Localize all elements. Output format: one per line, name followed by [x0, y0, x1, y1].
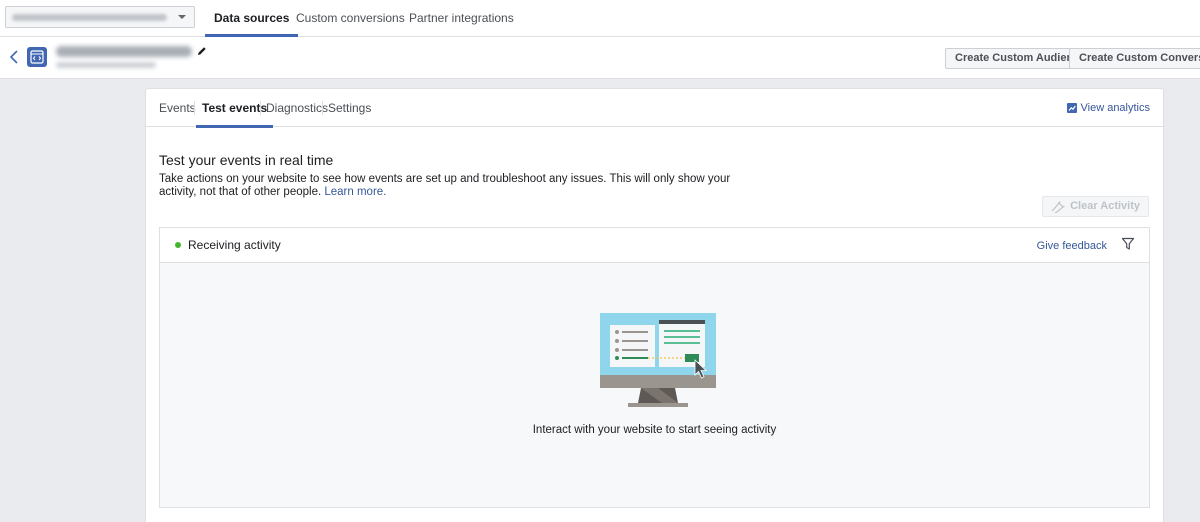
activity-status-bar: Receiving activity Give feedback [160, 228, 1149, 263]
card-tabs: Events Test events Diagnostics Settings … [146, 89, 1163, 128]
empty-state-message: Interact with your website to start seei… [532, 424, 777, 436]
pixel-name-redacted [56, 46, 192, 57]
clear-activity-button[interactable]: Clear Activity [1042, 196, 1149, 217]
tab-diagnostics[interactable]: Diagnostics [266, 89, 328, 127]
clear-activity-label: Clear Activity [1070, 200, 1140, 212]
tab-divider [260, 101, 261, 115]
monitor-illustration-icon [600, 313, 716, 407]
tab-custom-conversions[interactable]: Custom conversions [296, 0, 405, 37]
top-navigation: Data sources Custom conversions Partner … [0, 0, 1200, 37]
description-text: Take actions on your website to see how … [159, 173, 731, 198]
account-name-redacted [12, 14, 167, 21]
tab-partner-integrations[interactable]: Partner integrations [409, 0, 514, 37]
give-feedback-link[interactable]: Give feedback [1037, 240, 1107, 252]
tab-divider [322, 101, 323, 115]
data-source-header: Create Custom Audience Create Custom Con… [0, 37, 1200, 79]
activity-panel: Receiving activity Give feedback Interac… [159, 227, 1150, 508]
section-title: Test your events in real time [159, 152, 334, 168]
dropdown-caret-icon [178, 15, 186, 19]
account-selector[interactable] [5, 6, 195, 28]
tab-settings[interactable]: Settings [328, 89, 371, 127]
chevron-left-icon[interactable] [8, 50, 20, 64]
test-events-card: Events Test events Diagnostics Settings … [145, 88, 1164, 522]
status-indicator-icon [175, 242, 181, 248]
pixel-id-redacted [56, 62, 156, 68]
learn-more-link[interactable]: Learn more. [324, 186, 386, 198]
megaphone-icon [1051, 200, 1065, 213]
section-description: Take actions on your website to see how … [159, 173, 759, 199]
pixel-code-icon [27, 47, 47, 67]
create-custom-conversion-button[interactable]: Create Custom Conversion [1069, 48, 1200, 69]
activity-status: Receiving activity [188, 238, 281, 252]
view-analytics-label: View analytics [1080, 102, 1151, 114]
tab-events[interactable]: Events [159, 89, 196, 127]
tab-test-events[interactable]: Test events [195, 89, 274, 128]
pencil-icon[interactable] [197, 46, 207, 56]
filter-icon[interactable] [1121, 237, 1135, 251]
analytics-icon [1066, 103, 1077, 113]
tab-data-sources[interactable]: Data sources [204, 0, 299, 37]
tab-divider [194, 101, 195, 115]
view-analytics-link[interactable]: View analytics [1066, 102, 1151, 114]
